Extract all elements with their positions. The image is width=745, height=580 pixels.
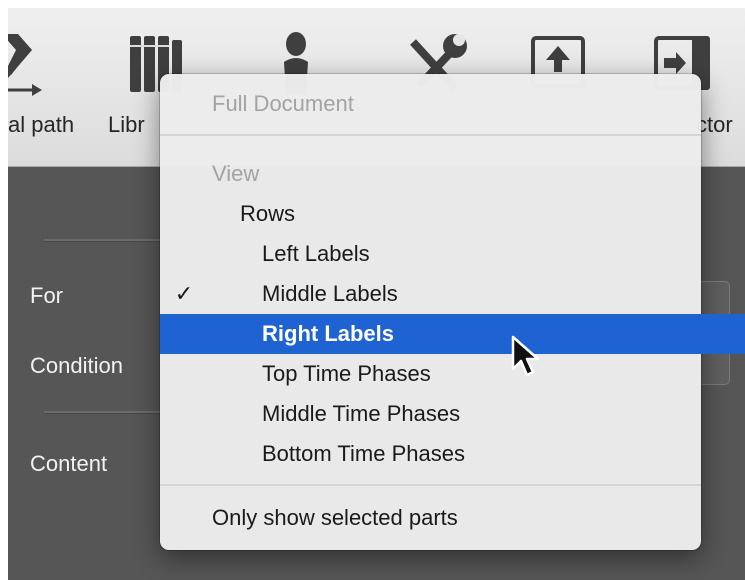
library-label: Libr xyxy=(108,112,145,137)
menu-item-label: Bottom Time Phases xyxy=(262,441,465,466)
menu-item-top-time-phases[interactable]: Top Time Phases xyxy=(160,354,745,394)
menu-item-only-show-selected[interactable]: Only show selected parts xyxy=(160,498,745,538)
mouse-pointer-icon xyxy=(511,335,540,377)
for-label: For xyxy=(30,283,63,308)
menu-item-label: Middle Time Phases xyxy=(262,401,461,426)
menu-item-label: Top Time Phases xyxy=(262,361,431,386)
critical-path-label: al path xyxy=(8,112,75,137)
menu-item-right-labels[interactable]: Right Labels xyxy=(160,314,745,354)
menu-separator xyxy=(160,134,701,136)
condition-label: Condition xyxy=(30,353,123,378)
menu-item-label: Middle Labels xyxy=(262,281,398,306)
menu-header-view: View xyxy=(212,161,260,186)
toolbar-item-critical-path[interactable]: al path xyxy=(8,8,88,166)
menu-item-left-labels[interactable]: Left Labels xyxy=(160,234,745,274)
menu-separator xyxy=(160,484,701,486)
menu-item-full-document: Full Document xyxy=(212,91,354,116)
menu-item-middle-time-phases[interactable]: Middle Time Phases xyxy=(160,394,745,434)
critical-path-icon xyxy=(8,34,42,96)
view-popup-menu: Full Document View Rows Left Labels ✓ Mi… xyxy=(160,74,745,550)
content-label: Content xyxy=(30,451,108,476)
menu-item-label: Left Labels xyxy=(262,241,370,266)
menu-item-middle-labels[interactable]: ✓ Middle Labels xyxy=(160,274,745,314)
menu-item-label: Right Labels xyxy=(262,321,395,346)
app-window: al path Libr ctor For Condition Content … xyxy=(8,8,745,580)
menu-item-bottom-time-phases[interactable]: Bottom Time Phases xyxy=(160,434,745,474)
menu-item-rows[interactable]: Rows xyxy=(160,194,745,234)
checkmark-icon: ✓ xyxy=(174,281,194,306)
